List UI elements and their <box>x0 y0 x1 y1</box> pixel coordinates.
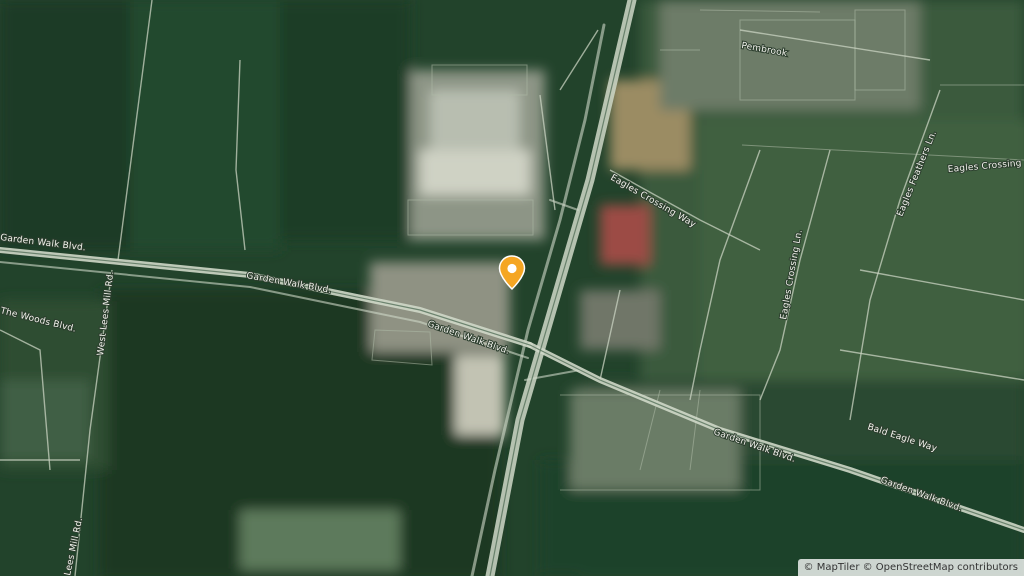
osm-attribution-link[interactable]: © OpenStreetMap contributors <box>863 562 1018 573</box>
maptiler-attribution-link[interactable]: © MapTiler <box>804 562 860 573</box>
location-pin-icon[interactable] <box>498 255 526 291</box>
map-attribution: © MapTiler © OpenStreetMap contributors <box>797 559 1024 576</box>
map-view[interactable]: Pembrook Eagles Crossing Way Eagles Feat… <box>0 0 1024 576</box>
